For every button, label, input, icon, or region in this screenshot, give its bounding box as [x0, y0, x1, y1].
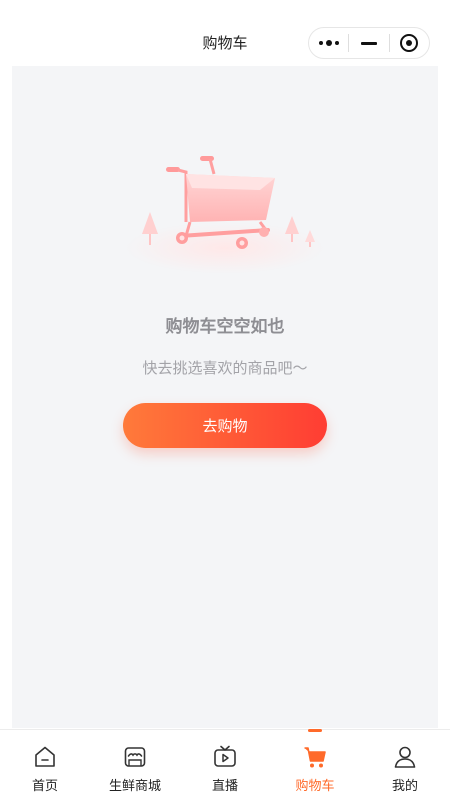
close-target-icon	[400, 34, 419, 52]
minimize-button[interactable]	[349, 28, 388, 58]
empty-cart-title: 购物车空空如也	[165, 317, 285, 337]
more-menu-button[interactable]	[309, 28, 348, 58]
tab-mine[interactable]: 我的	[360, 730, 450, 800]
go-shopping-button[interactable]: 去购物	[123, 403, 327, 448]
empty-cart-illustration	[125, 156, 325, 274]
tab-label-mine: 我的	[391, 779, 418, 794]
tab-home[interactable]: 首页	[0, 730, 90, 800]
tab-label-cart: 购物车	[295, 779, 335, 794]
tab-label-fresh-market: 生鲜商城	[108, 779, 161, 794]
home-icon	[35, 746, 55, 767]
bottom-tab-bar: 首页 生鲜商城 直播 购物车 我的	[0, 729, 450, 800]
tab-fresh-market[interactable]: 生鲜商城	[90, 730, 180, 800]
tab-cart[interactable]: 购物车	[270, 729, 360, 800]
navigation-bar: 购物车	[12, 0, 438, 66]
tab-label-home: 首页	[31, 779, 58, 794]
empty-cart-subtitle: 快去挑选喜欢的商品吧～	[142, 359, 308, 377]
store-icon	[124, 747, 146, 767]
tv-play-icon	[214, 745, 236, 767]
cart-icon	[304, 747, 326, 768]
mini-program-capsule	[308, 27, 430, 59]
minimize-icon	[360, 41, 377, 45]
tab-label-live: 直播	[211, 779, 238, 794]
more-dots-icon	[318, 39, 339, 47]
user-icon	[394, 746, 416, 768]
active-tab-indicator	[308, 729, 322, 732]
tab-live[interactable]: 直播	[180, 730, 270, 800]
close-mini-program-button[interactable]	[390, 28, 429, 58]
